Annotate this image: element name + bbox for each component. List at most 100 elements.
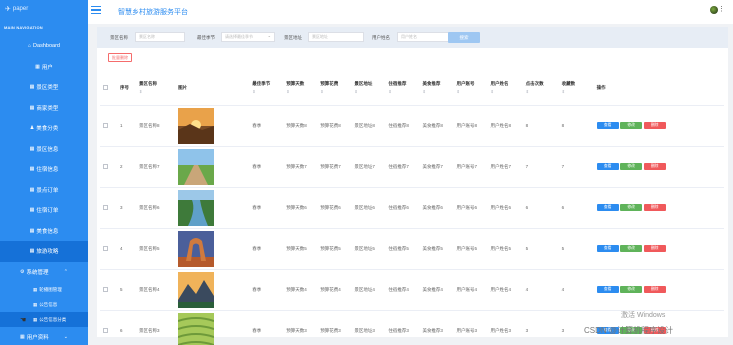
table-cell: 景区名称7 <box>136 146 176 188</box>
column-header: 图片 <box>175 71 250 106</box>
column-header[interactable]: 预算天数 ⇕ <box>283 71 318 106</box>
table-row: 2 景区名称7 春季 预算天数7 预算花费7 景区地址7 住宿推荐7 美食推荐7 用户账号7 用户… <box>100 146 724 188</box>
address-input[interactable]: 景区地址 <box>308 32 364 42</box>
bulk-delete-button[interactable]: 批量删除 <box>108 53 132 62</box>
sidebar-item-scenic-orders[interactable]: ▦ 景点订单 <box>0 180 88 201</box>
delete-button[interactable]: 删除 <box>643 163 666 170</box>
table-cell: 用户账号8 <box>453 105 488 147</box>
table-cell: 4 <box>522 269 559 311</box>
sidebar-subitem-label: 公告信息分类 <box>39 316 67 322</box>
sidebar-item-food-info[interactable]: ▦ 美食信息 <box>0 221 88 242</box>
sidebar-group-profile[interactable]: ▦ 用户资料 ⌄ <box>0 327 88 345</box>
scenic-thumbnail[interactable] <box>178 107 215 144</box>
table-cell: 景区名称5 <box>136 228 176 270</box>
sidebar-item-scenic-type[interactable]: ▦ 景区类型 <box>0 77 88 98</box>
row-checkbox[interactable] <box>103 204 108 210</box>
sidebar-subitem-notice[interactable]: ▦ 公告信息 <box>0 297 88 312</box>
grid-icon: ▦ <box>29 145 35 152</box>
table-cell: 美食推荐7 <box>419 146 454 188</box>
sort-icon: ⇕ <box>286 89 290 95</box>
delete-button[interactable]: 删除 <box>643 245 666 252</box>
table-row: 4 景区名称5 春季 预算天数5 预算花费5 景区地址5 住宿推荐5 美食推荐5 用户账号5 用户… <box>100 228 724 270</box>
table-cell: 景区名称6 <box>136 187 176 229</box>
sidebar-item-merchant-type[interactable]: ▦ 商家类型 <box>0 98 88 119</box>
scenic-thumbnail[interactable] <box>178 189 215 226</box>
row-checkbox[interactable] <box>103 122 108 128</box>
sort-icon: ⇕ <box>422 89 426 95</box>
scenic-name-input[interactable]: 景区名称 <box>135 32 185 42</box>
column-header[interactable]: 点击次数 ⇕ <box>522 71 559 106</box>
grid-icon: ▦ <box>29 104 35 111</box>
sidebar-group-system[interactable]: ⚙ 系统管理 ⌃ <box>0 262 88 283</box>
more-options-icon[interactable]: ⋮ <box>718 5 725 13</box>
username-input[interactable]: 用户姓名 <box>397 32 452 42</box>
grid-icon: ▦ <box>29 84 35 91</box>
column-header[interactable]: 住宿推荐 ⇕ <box>385 71 420 106</box>
table-cell: 用户姓名3 <box>487 310 523 345</box>
scenic-thumbnail[interactable] <box>178 230 215 267</box>
sidebar-item-lodging-info[interactable]: ▦ 住宿信息 <box>0 159 88 180</box>
edit-button[interactable]: 修改 <box>620 286 643 293</box>
column-header[interactable]: 收藏数 ⇕ <box>558 71 594 106</box>
row-actions: 查看 修改 删除 <box>596 122 724 129</box>
row-checkbox[interactable] <box>103 163 108 169</box>
delete-button[interactable]: 删除 <box>643 122 666 129</box>
select-all-checkbox[interactable] <box>103 84 108 90</box>
table-cell: 用户姓名5 <box>487 228 523 270</box>
scenic-thumbnail[interactable] <box>178 271 215 308</box>
view-button[interactable]: 查看 <box>596 163 619 170</box>
hamburger-menu-icon[interactable] <box>91 6 101 14</box>
table-cell: 景区地址7 <box>351 146 386 188</box>
table-cell: 预算花费6 <box>317 187 352 229</box>
delete-button[interactable]: 删除 <box>643 204 666 211</box>
column-header[interactable]: 用户姓名 ⇕ <box>487 71 523 106</box>
column-header[interactable]: 用户账号 ⇕ <box>453 71 488 106</box>
edit-button[interactable]: 修改 <box>620 122 643 129</box>
scenic-thumbnail[interactable] <box>178 312 215 345</box>
column-header[interactable]: 景区名称 ⇕ <box>136 71 176 106</box>
view-button[interactable]: 查看 <box>596 286 619 293</box>
sidebar-subitem-notice-category[interactable]: ▦ 公告信息分类 <box>0 312 95 327</box>
table-cell: 用户账号3 <box>453 310 488 345</box>
row-checkbox[interactable] <box>103 286 108 292</box>
sidebar-item-dashboard[interactable]: ⌂ Dashboard <box>0 36 88 57</box>
edit-button[interactable]: 修改 <box>620 245 643 252</box>
row-checkbox[interactable] <box>103 245 108 251</box>
table-cell: 住宿推荐5 <box>385 228 420 270</box>
sidebar-item-lodging-orders[interactable]: ▦ 住宿订单 <box>0 200 88 221</box>
table-cell: 景区地址6 <box>351 187 386 229</box>
table-cell: 6 <box>558 187 594 229</box>
sidebar-item-food-category[interactable]: ♟ 美食分类 <box>0 118 88 139</box>
column-header[interactable]: 最佳季节 ⇕ <box>249 71 284 106</box>
column-header[interactable]: 预算花费 ⇕ <box>317 71 352 106</box>
view-button[interactable]: 查看 <box>596 122 619 129</box>
column-header: 操作 <box>593 71 724 106</box>
view-button[interactable]: 查看 <box>596 204 619 211</box>
table-cell: 2 <box>117 146 137 188</box>
edit-button[interactable]: 修改 <box>620 204 643 211</box>
sidebar-item-scenic-info[interactable]: ▦ 景区信息 <box>0 139 88 160</box>
column-header[interactable]: 美食推荐 ⇕ <box>419 71 454 106</box>
filter-label-season: 最佳季节 <box>197 35 215 40</box>
table-cell: 预算花费8 <box>317 105 352 147</box>
edit-button[interactable]: 修改 <box>620 163 643 170</box>
delete-button[interactable]: 删除 <box>643 286 666 293</box>
view-button[interactable]: 查看 <box>596 245 619 252</box>
column-header[interactable]: 序号 <box>117 71 137 106</box>
season-select[interactable]: 请选择最佳季节 <box>221 32 275 42</box>
app-logo[interactable]: ✈ paper <box>5 4 28 14</box>
grid-icon: ▦ <box>29 207 35 214</box>
row-checkbox[interactable] <box>103 327 108 333</box>
sidebar-item-label: 美食信息 <box>36 228 59 235</box>
sidebar-item-travel-guide[interactable]: ▦ 旅游攻略 <box>0 241 96 262</box>
sidebar-subitem-carousel[interactable]: ▦ 轮播图管理 <box>0 282 88 297</box>
avatar[interactable] <box>710 6 718 14</box>
table-header-row: 序号 景区名称 ⇕ 图片 最佳季节 ⇕ 预算天数 ⇕ 预算花费 ⇕ 景区地址 ⇕ 住宿推荐… <box>100 71 724 106</box>
sidebar-item-users[interactable]: ▦ 用户 <box>0 57 88 78</box>
scenic-thumbnail[interactable] <box>178 148 215 185</box>
topbar: 智慧乡村旅游服务平台 ⋮ <box>88 0 733 24</box>
search-button[interactable]: 搜索 <box>448 32 480 43</box>
column-header[interactable]: 景区地址 ⇕ <box>351 71 386 106</box>
sort-icon: ⇕ <box>320 89 324 95</box>
filter-label-scenic-name: 景区名称 <box>110 35 128 40</box>
